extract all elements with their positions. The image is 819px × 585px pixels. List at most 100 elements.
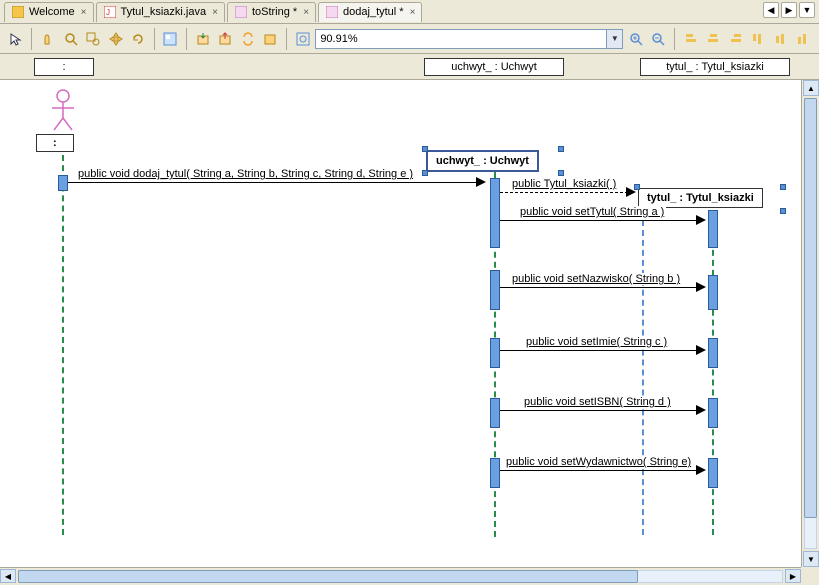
zoom-input[interactable] xyxy=(316,33,606,45)
activation-bar[interactable] xyxy=(490,398,500,428)
message-setwydawnictwo[interactable]: public void setWydawnictwo( String e) xyxy=(500,458,710,474)
tab-menu-button[interactable]: ▼ xyxy=(799,2,815,18)
message-dodaj-tytul[interactable]: public void dodaj_tytul( String a, Strin… xyxy=(68,170,488,186)
selection-handle[interactable] xyxy=(422,146,428,152)
sync-icon[interactable] xyxy=(238,29,257,49)
divider xyxy=(674,28,675,50)
align-right-icon[interactable] xyxy=(726,29,745,49)
diagram-canvas[interactable]: : uchwyt_ : Uchwyt tytul_ : Tytul_ksiazk… xyxy=(0,80,801,567)
message-label: public Tytul_ksiazki( ) xyxy=(510,178,618,190)
message-label: public void setTytul( String a ) xyxy=(518,206,666,218)
arrow-right-icon xyxy=(696,405,706,415)
message-line xyxy=(68,182,478,183)
hand-tool-icon[interactable] xyxy=(38,29,57,49)
activation-bar[interactable] xyxy=(490,270,500,310)
align-bottom-icon[interactable] xyxy=(793,29,812,49)
layout-icon[interactable] xyxy=(161,29,180,49)
select-tool-icon[interactable] xyxy=(6,29,25,49)
message-label: public void setWydawnictwo( String e) xyxy=(504,456,693,468)
svg-text:J: J xyxy=(106,8,110,17)
object-uchwyt[interactable]: uchwyt_ : Uchwyt xyxy=(426,150,539,172)
divider xyxy=(31,28,32,50)
scroll-left-button[interactable]: ◀ xyxy=(0,569,16,583)
selection-handle[interactable] xyxy=(558,146,564,152)
actor-label: : xyxy=(53,137,57,149)
align-middle-icon[interactable] xyxy=(771,29,790,49)
align-top-icon[interactable] xyxy=(749,29,768,49)
import-icon[interactable] xyxy=(193,29,212,49)
actor-box[interactable]: : xyxy=(36,134,74,152)
close-icon[interactable]: × xyxy=(410,7,416,18)
message-setnazwisko[interactable]: public void setNazwisko( String b ) xyxy=(500,275,710,291)
horizontal-scrollbar[interactable]: ◀ ▶ xyxy=(0,567,801,585)
zoom-combo[interactable]: ▼ xyxy=(315,29,623,49)
chevron-down-icon[interactable]: ▼ xyxy=(606,30,622,48)
object-tytul[interactable]: tytul_ : Tytul_ksiazki xyxy=(638,188,763,208)
message-label: public void dodaj_tytul( String a, Strin… xyxy=(76,168,415,180)
message-line xyxy=(500,220,698,221)
scroll-thumb[interactable] xyxy=(804,98,817,518)
scroll-down-button[interactable]: ▼ xyxy=(803,551,819,567)
tab-label: toString * xyxy=(252,6,297,18)
tab-label: Tytul_ksiazki.java xyxy=(121,6,207,18)
activation-bar[interactable] xyxy=(58,175,68,191)
tab-prev-button[interactable]: ◀ xyxy=(763,2,779,18)
tab-dodaj-tytul[interactable]: dodaj_tytul * × xyxy=(318,2,422,22)
package-icon[interactable] xyxy=(260,29,279,49)
close-icon[interactable]: × xyxy=(303,7,309,18)
export-icon[interactable] xyxy=(216,29,235,49)
message-constructor[interactable]: public Tytul_ksiazki( ) xyxy=(500,180,640,196)
selection-handle[interactable] xyxy=(780,184,786,190)
message-settytul[interactable]: public void setTytul( String a ) xyxy=(500,208,710,224)
activation-bar[interactable] xyxy=(490,458,500,488)
lifeline-head-label: : xyxy=(62,61,65,73)
tab-nav: ◀ ▶ ▼ xyxy=(763,2,815,18)
lifeline-head-tytul[interactable]: tytul_ : Tytul_ksiazki xyxy=(640,58,790,76)
activation-bar[interactable] xyxy=(490,338,500,368)
close-icon[interactable]: × xyxy=(81,7,87,18)
activation-bar[interactable] xyxy=(490,178,500,248)
message-setimie[interactable]: public void setImie( String c ) xyxy=(500,338,710,354)
tab-java[interactable]: J Tytul_ksiazki.java × xyxy=(96,2,225,22)
close-icon[interactable]: × xyxy=(212,7,218,18)
move-tool-icon[interactable] xyxy=(106,29,125,49)
arrow-right-icon xyxy=(626,187,636,197)
lifeline-head-actor[interactable]: : xyxy=(34,58,94,76)
lifeline-head-label: uchwyt_ : Uchwyt xyxy=(451,61,537,73)
vertical-scrollbar[interactable]: ▲ ▼ xyxy=(801,80,819,567)
scroll-up-button[interactable]: ▲ xyxy=(803,80,819,96)
message-line xyxy=(500,410,698,411)
selection-handle[interactable] xyxy=(558,170,564,176)
arrow-right-icon xyxy=(696,282,706,292)
divider xyxy=(286,28,287,50)
tab-tostring[interactable]: toString * × xyxy=(227,2,316,22)
tab-next-button[interactable]: ▶ xyxy=(781,2,797,18)
lifeline-tytul-guide xyxy=(642,210,644,535)
message-line xyxy=(500,350,698,351)
align-center-icon[interactable] xyxy=(704,29,723,49)
arrow-right-icon xyxy=(696,345,706,355)
zoom-out-icon[interactable] xyxy=(649,29,668,49)
lifeline-actor xyxy=(62,155,64,535)
diagram-icon xyxy=(325,5,339,19)
message-label: public void setNazwisko( String b ) xyxy=(510,273,682,285)
message-label: public void setISBN( String d ) xyxy=(522,396,673,408)
zoom-tool-icon[interactable] xyxy=(61,29,80,49)
refresh-icon[interactable] xyxy=(128,29,147,49)
scroll-right-button[interactable]: ▶ xyxy=(785,569,801,583)
marquee-zoom-icon[interactable] xyxy=(83,29,102,49)
scroll-thumb[interactable] xyxy=(18,570,638,583)
zoom-in-icon[interactable] xyxy=(626,29,645,49)
actor-icon xyxy=(48,88,78,132)
align-left-icon[interactable] xyxy=(681,29,700,49)
lifeline-head-uchwyt[interactable]: uchwyt_ : Uchwyt xyxy=(424,58,564,76)
selection-handle[interactable] xyxy=(780,208,786,214)
scroll-corner xyxy=(801,567,819,585)
actor-figure[interactable] xyxy=(48,88,78,135)
object-label: tytul_ : Tytul_ksiazki xyxy=(647,192,754,204)
tab-welcome[interactable]: Welcome × xyxy=(4,2,94,22)
tab-bar: Welcome × J Tytul_ksiazki.java × toStrin… xyxy=(0,0,819,24)
message-setisbn[interactable]: public void setISBN( String d ) xyxy=(500,398,710,414)
fit-zoom-icon[interactable] xyxy=(293,29,312,49)
diagram-icon xyxy=(234,5,248,19)
